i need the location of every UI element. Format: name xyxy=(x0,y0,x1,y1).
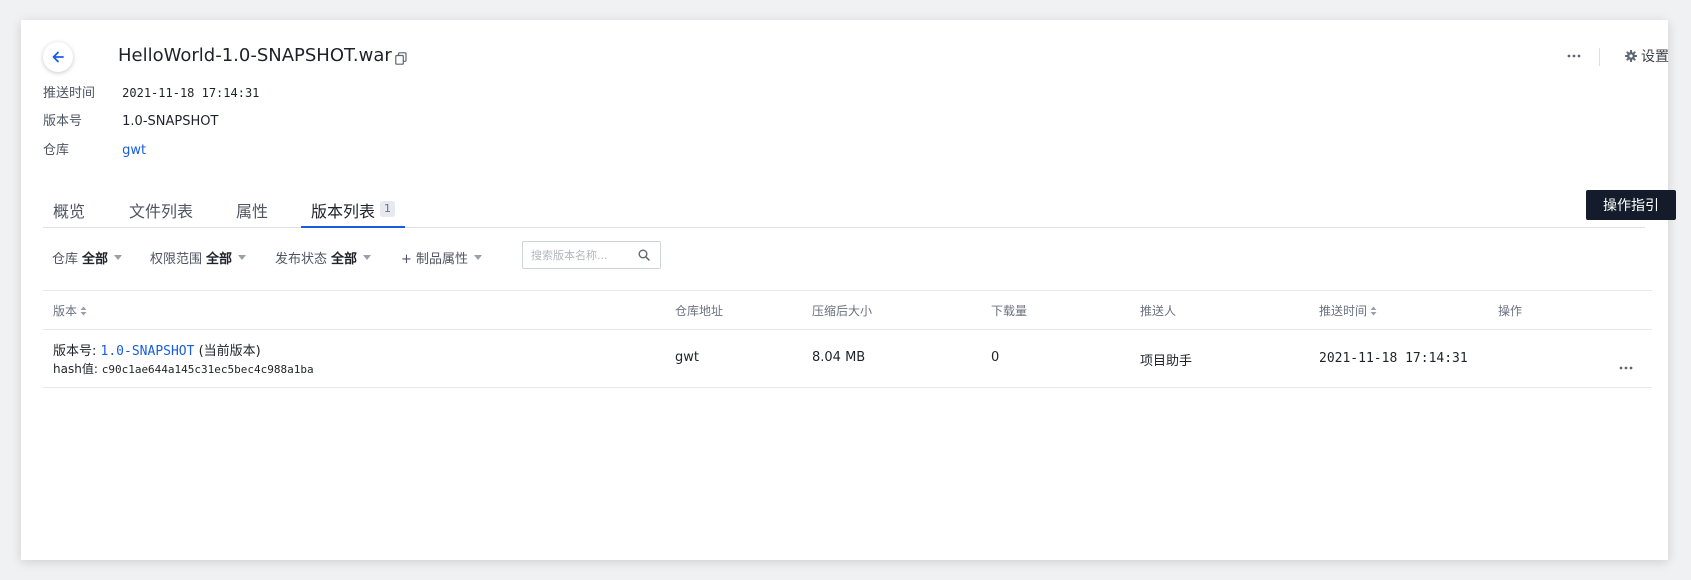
repo-address-link[interactable]: gwt xyxy=(675,350,699,365)
filter-label: 仓库 xyxy=(52,252,79,267)
caret-down-icon xyxy=(474,255,483,260)
filter-scope[interactable]: 权限范围 全部 xyxy=(150,248,247,267)
tab-label: 属性 xyxy=(236,202,269,221)
tab-overview[interactable]: 概览 xyxy=(53,195,85,226)
page-header: HelloWorld-1.0-SNAPSHOT.war 设置 xyxy=(43,42,1669,82)
info-row-repo: 仓库 gwt xyxy=(43,139,146,158)
column-header-version[interactable]: 版本 xyxy=(53,302,87,319)
column-header-push-time[interactable]: 推送时间 xyxy=(1319,302,1377,319)
push-time-value: 2021-11-18 17:14:31 xyxy=(122,86,260,100)
info-row-version: 版本号 1.0-SNAPSHOT xyxy=(43,110,218,129)
tab-properties[interactable]: 属性 xyxy=(236,195,268,226)
search-icon[interactable] xyxy=(638,249,650,261)
tab-label: 概览 xyxy=(53,202,86,221)
gear-icon xyxy=(1625,50,1637,62)
artifact-detail-panel: HelloWorld-1.0-SNAPSHOT.war 设置 推送时间 2021… xyxy=(21,20,1676,560)
search-input[interactable] xyxy=(531,247,631,263)
tab-label: 版本列表 xyxy=(311,202,376,221)
header-label: 仓库地址 xyxy=(675,304,724,318)
version-value: 1.0-SNAPSHOT xyxy=(122,114,219,129)
sort-icon xyxy=(80,306,87,315)
hash-value: c90c1ae644a145c31ec5bec4c988a1ba xyxy=(101,363,314,376)
header-label: 推送人 xyxy=(1140,304,1177,318)
tab-version-list[interactable]: 版本列表 1 xyxy=(301,195,406,228)
caret-down-icon xyxy=(363,255,372,260)
more-options-icon[interactable] xyxy=(1566,48,1582,68)
version-link[interactable]: 1.0-SNAPSHOT xyxy=(101,344,195,359)
filter-repo[interactable]: 仓库 全部 xyxy=(52,248,123,267)
push-time: 2021-11-18 17:14:31 xyxy=(1319,351,1468,366)
search-box xyxy=(522,241,661,269)
column-header-pusher: 推送人 xyxy=(1140,302,1176,319)
hash-label: hash值: xyxy=(53,362,98,376)
header-label: 版本 xyxy=(53,304,78,318)
tab-file-list[interactable]: 文件列表 xyxy=(129,195,193,226)
version-number-label: 版本号: xyxy=(53,344,97,359)
repo-link[interactable]: gwt xyxy=(122,143,146,158)
column-header-actions: 操作 xyxy=(1498,302,1522,319)
table-row: 版本号: 1.0-SNAPSHOT (当前版本) hash值: c90c1ae6… xyxy=(43,330,1652,388)
push-time-label: 推送时间 xyxy=(43,86,96,101)
pusher-name: 项目助手 xyxy=(1140,354,1193,369)
hash-cell: hash值: c90c1ae644a145c31ec5bec4c988a1ba xyxy=(53,360,314,377)
compressed-size: 8.04 MB xyxy=(812,350,866,365)
header-label: 下载量 xyxy=(991,304,1028,318)
info-row-push-time: 推送时间 2021-11-18 17:14:31 xyxy=(43,82,259,101)
header-label: 推送时间 xyxy=(1319,304,1368,318)
settings-button[interactable]: 设置 xyxy=(1625,46,1669,66)
filter-bar: 仓库 全部 权限范围 全部 发布状态 全部 + 制品属性 xyxy=(52,240,1652,274)
version-label: 版本号 xyxy=(43,114,83,129)
download-count: 0 xyxy=(991,350,1000,365)
filter-value: 全部 xyxy=(206,252,233,267)
header-label: 压缩后大小 xyxy=(812,304,873,318)
current-version-tag: (当前版本) xyxy=(198,344,261,359)
back-button[interactable] xyxy=(43,42,73,72)
header-label: 操作 xyxy=(1498,304,1523,318)
version-cell: 版本号: 1.0-SNAPSHOT (当前版本) xyxy=(53,340,261,359)
caret-down-icon xyxy=(114,255,123,260)
filter-label: 权限范围 xyxy=(150,252,203,267)
tab-bar: 概览 文件列表 属性 版本列表 1 xyxy=(43,195,1645,228)
filter-value: 全部 xyxy=(331,252,358,267)
version-table: 版本 仓库地址 压缩后大小 下载量 推送人 推送时间 操作 版本号: 1.0-S… xyxy=(43,290,1652,388)
arrow-left-icon xyxy=(52,51,64,63)
column-header-repo-address: 仓库地址 xyxy=(675,302,723,319)
settings-label: 设置 xyxy=(1641,49,1669,65)
repo-label: 仓库 xyxy=(43,143,70,158)
filter-label: 发布状态 xyxy=(275,252,328,267)
column-header-compressed-size: 压缩后大小 xyxy=(812,302,872,319)
caret-down-icon xyxy=(238,255,247,260)
column-header-downloads: 下载量 xyxy=(991,302,1027,319)
filter-label: + 制品属性 xyxy=(401,252,469,267)
copy-icon[interactable] xyxy=(395,50,407,69)
guide-button[interactable]: 操作指引 xyxy=(1586,190,1676,220)
filter-artifact-properties[interactable]: + 制品属性 xyxy=(401,248,483,267)
filter-publish-status[interactable]: 发布状态 全部 xyxy=(275,248,372,267)
filter-value: 全部 xyxy=(82,252,109,267)
header-divider xyxy=(1599,48,1600,66)
table-header: 版本 仓库地址 压缩后大小 下载量 推送人 推送时间 操作 xyxy=(43,290,1652,330)
row-more-options-icon[interactable] xyxy=(1618,356,1634,375)
tab-count-badge: 1 xyxy=(380,201,396,217)
page-title: HelloWorld-1.0-SNAPSHOT.war xyxy=(118,45,392,66)
tab-label: 文件列表 xyxy=(129,202,194,221)
sort-icon xyxy=(1370,306,1377,315)
